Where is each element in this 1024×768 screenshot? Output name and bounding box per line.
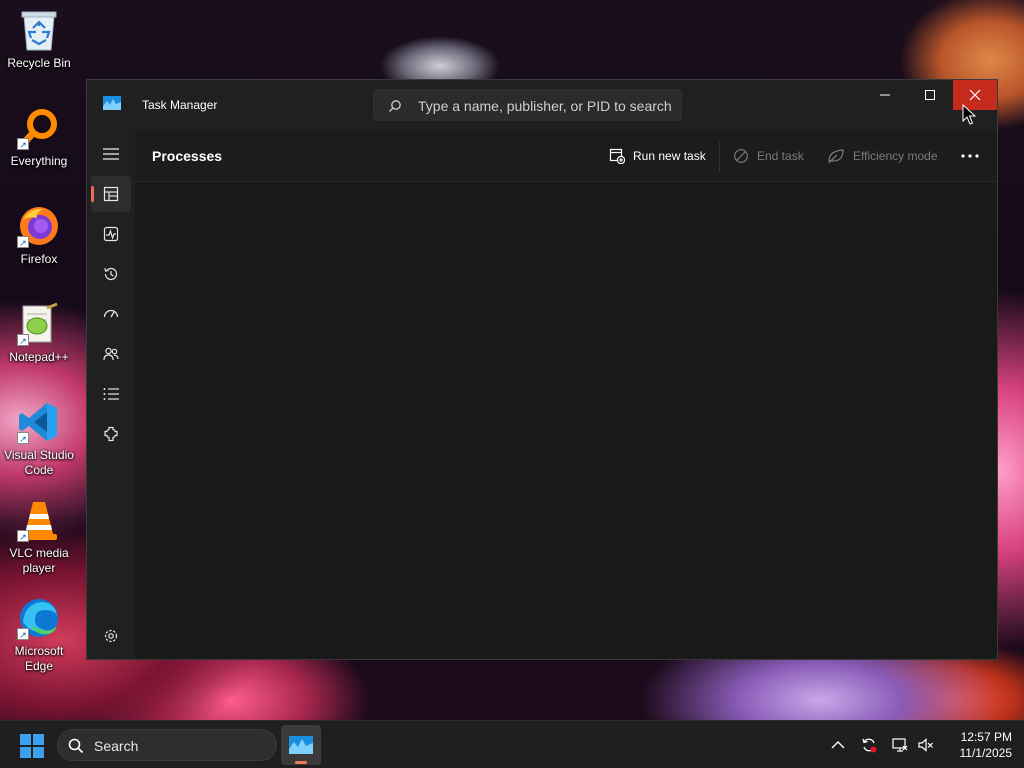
processes-icon xyxy=(103,186,119,202)
nav-details[interactable] xyxy=(91,376,131,412)
nav-settings[interactable] xyxy=(91,618,131,654)
search-input[interactable] xyxy=(418,96,673,116)
desktop-icon-vscode[interactable]: ↗ Visual Studio Code xyxy=(0,400,78,478)
nav-startup-apps[interactable] xyxy=(91,296,131,332)
shortcut-arrow-icon: ↗ xyxy=(17,432,29,444)
efficiency-mode-label: Efficiency mode xyxy=(853,149,938,163)
title-bar[interactable]: Task Manager xyxy=(87,80,997,130)
taskbar-search-box[interactable]: Search xyxy=(57,729,277,761)
processes-page: Processes Run new task End task Efficien… xyxy=(135,130,997,659)
chevron-up-icon[interactable] xyxy=(830,737,846,753)
firefox-icon: ↗ xyxy=(17,204,61,248)
nav-users[interactable] xyxy=(91,336,131,372)
taskbar: Search 12:57 PM 11/1/2025 xyxy=(0,720,1024,768)
task-manager-app-icon xyxy=(103,96,121,110)
shortcut-arrow-icon: ↗ xyxy=(17,628,29,640)
nav-performance[interactable] xyxy=(91,216,131,252)
running-indicator xyxy=(295,761,307,764)
toolbar-separator xyxy=(719,142,720,172)
more-options-button[interactable] xyxy=(961,144,979,168)
command-bar: Processes Run new task End task Efficien… xyxy=(135,130,997,182)
minimize-icon xyxy=(880,94,890,96)
hamburger-menu-button[interactable] xyxy=(91,136,131,172)
startup-apps-icon xyxy=(103,309,119,318)
end-task-icon xyxy=(734,149,748,163)
desktop-icon-label: Visual Studio Code xyxy=(4,448,74,477)
recycle-bin-icon xyxy=(17,8,61,52)
task-manager-window: Task Manager Type a name, publisher, or … xyxy=(86,79,998,660)
maximize-icon xyxy=(925,90,935,100)
navigation-sidebar xyxy=(87,130,135,659)
search-icon xyxy=(68,738,84,754)
performance-icon xyxy=(103,226,119,242)
edge-icon: ↗ xyxy=(17,596,61,640)
nav-services[interactable] xyxy=(91,416,131,452)
system-clock[interactable]: 12:57 PM 11/1/2025 xyxy=(940,729,1013,761)
users-icon xyxy=(103,347,119,361)
shortcut-arrow-icon: ↗ xyxy=(17,334,29,346)
shortcut-arrow-icon: ↗ xyxy=(17,138,29,150)
search-box[interactable] xyxy=(373,89,682,121)
desktop-icon-label: Notepad++ xyxy=(9,350,69,364)
everything-search-icon: ↗ xyxy=(17,106,61,150)
clock-time: 12:57 PM xyxy=(960,730,1012,744)
run-new-task-icon xyxy=(609,148,625,164)
shortcut-arrow-icon: ↗ xyxy=(17,236,29,248)
window-title: Task Manager xyxy=(142,98,218,112)
desktop-icon-firefox[interactable]: ↗ Firefox xyxy=(0,204,78,267)
close-icon xyxy=(969,89,981,101)
desktop-icon-edge[interactable]: ↗ Microsoft Edge xyxy=(0,596,78,674)
services-icon xyxy=(104,426,118,442)
update-sync-icon[interactable] xyxy=(861,737,877,753)
notepad-plus-plus-icon: ↗ xyxy=(17,302,61,346)
nav-processes[interactable] xyxy=(91,176,131,212)
task-manager-app-icon xyxy=(289,736,313,754)
run-new-task-button[interactable]: Run new task xyxy=(609,144,706,168)
vlc-icon: ↗ xyxy=(17,498,61,542)
minimize-button[interactable] xyxy=(862,80,908,110)
taskbar-search-label: Search xyxy=(94,738,139,754)
desktop-icon-label: VLC media player xyxy=(9,546,69,575)
end-task-label: End task xyxy=(757,149,804,163)
end-task-button[interactable]: End task xyxy=(733,144,804,168)
nav-app-history[interactable] xyxy=(91,256,131,292)
desktop-icon-vlc[interactable]: ↗ VLC media player xyxy=(0,498,78,576)
desktop-icon-label: Microsoft Edge xyxy=(14,644,64,673)
search-icon xyxy=(389,100,401,112)
desktop-icon-label: Everything xyxy=(10,154,68,168)
shortcut-arrow-icon: ↗ xyxy=(17,530,29,542)
efficiency-mode-leaf-icon xyxy=(828,149,844,163)
run-new-task-label: Run new task xyxy=(633,149,706,163)
vscode-icon: ↗ xyxy=(17,400,61,444)
clock-date: 11/1/2025 xyxy=(959,746,1013,760)
maximize-button[interactable] xyxy=(907,80,953,110)
desktop-icon-notepad-plus-plus[interactable]: ↗ Notepad++ xyxy=(0,302,78,365)
windows-start-icon[interactable] xyxy=(20,734,44,758)
hamburger-menu-icon xyxy=(103,148,119,160)
settings-icon xyxy=(104,629,118,643)
network-icon[interactable] xyxy=(892,737,908,753)
desktop-icon-everything[interactable]: ↗ Everything xyxy=(0,106,78,169)
volume-muted-icon[interactable] xyxy=(918,737,934,753)
page-title: Processes xyxy=(152,148,223,164)
app-history-icon xyxy=(104,267,118,281)
efficiency-mode-button[interactable]: Efficiency mode xyxy=(827,144,938,168)
taskbar-task-manager-button[interactable] xyxy=(281,725,321,765)
more-options-icon xyxy=(961,154,979,158)
mouse-cursor-icon xyxy=(962,104,976,125)
desktop-icon-recycle-bin[interactable]: Recycle Bin xyxy=(0,8,78,71)
details-icon xyxy=(103,388,119,400)
desktop-icon-label: Firefox xyxy=(20,252,58,266)
desktop-icon-label: Recycle Bin xyxy=(7,56,71,70)
